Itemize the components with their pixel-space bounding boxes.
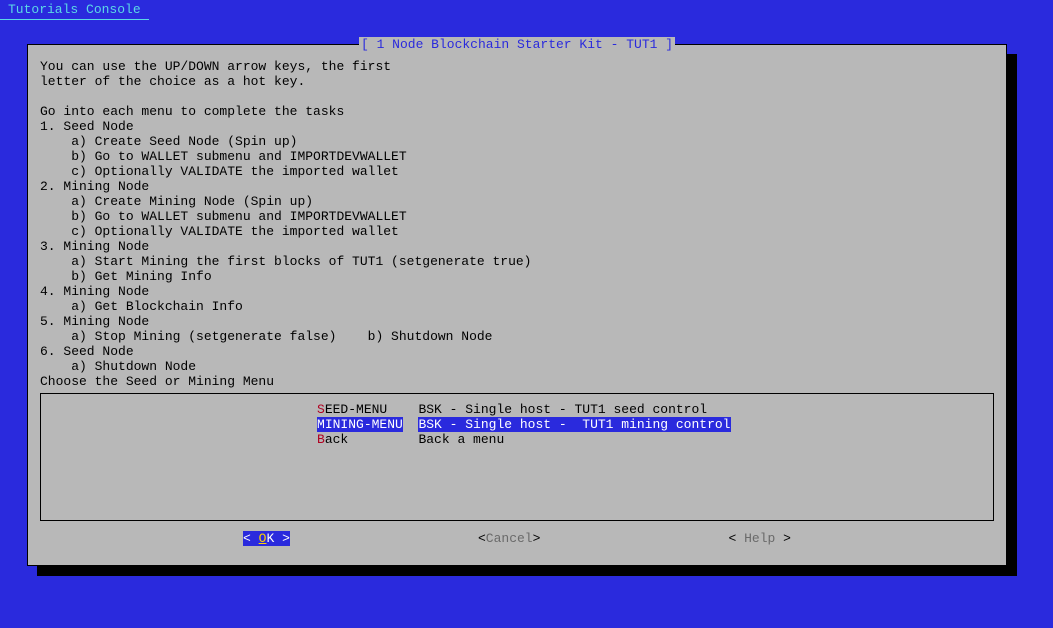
menu-box-wrap: SEED-MENU BSK - Single host - TUT1 seed …: [28, 393, 1006, 521]
dialog: [ 1 Node Blockchain Starter Kit - TUT1 ]…: [27, 44, 1007, 566]
instructions-text: You can use the UP/DOWN arrow keys, the …: [28, 45, 1006, 393]
menu-item-back[interactable]: Back Back a menu: [317, 432, 717, 447]
dialog-title: [ 1 Node Blockchain Starter Kit - TUT1 ]: [28, 37, 1006, 52]
help-button[interactable]: < Help >: [729, 531, 791, 546]
dialog-container: [ 1 Node Blockchain Starter Kit - TUT1 ]…: [27, 44, 1007, 566]
cancel-button[interactable]: <Cancel>: [478, 531, 540, 546]
menu-item-seed[interactable]: SEED-MENU BSK - Single host - TUT1 seed …: [317, 402, 717, 417]
menu-list: SEED-MENU BSK - Single host - TUT1 seed …: [317, 402, 717, 447]
window-title: Tutorials Console: [0, 0, 149, 20]
menu-item-mining[interactable]: MINING-MENU BSK - Single host - TUT1 min…: [317, 417, 717, 432]
menu-box: SEED-MENU BSK - Single host - TUT1 seed …: [40, 393, 994, 521]
ok-button[interactable]: < OK >: [243, 531, 290, 546]
buttons-row: < OK > <Cancel> < Help >: [137, 521, 897, 546]
